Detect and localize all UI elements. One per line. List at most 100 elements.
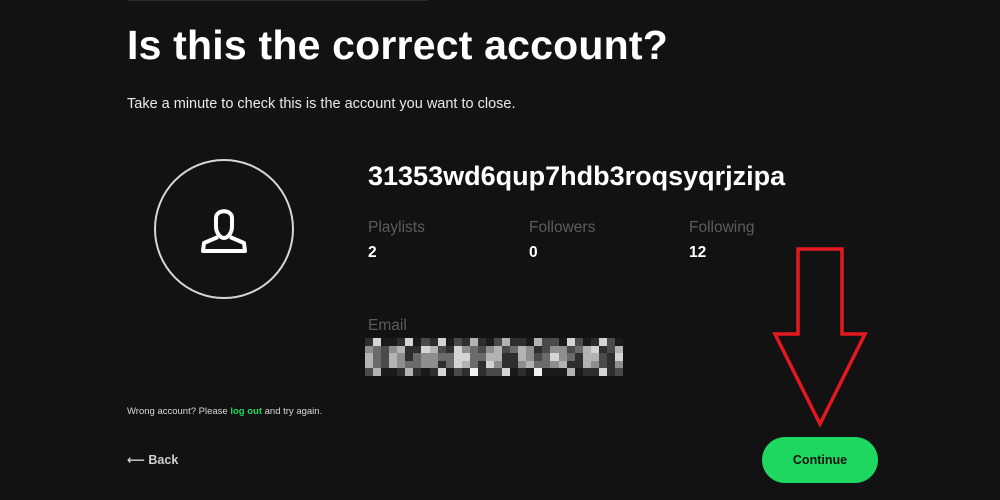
redaction-pixel: [614, 345, 623, 354]
redaction-pixel: [558, 353, 567, 361]
stat-following: Following 12: [689, 218, 754, 263]
redaction-pixel: [574, 345, 583, 354]
redaction-pixel: [429, 353, 438, 361]
redaction-pixel: [494, 338, 503, 346]
redaction-pixel: [582, 368, 591, 376]
redaction-pixel: [485, 338, 494, 346]
redaction-pixel: [526, 360, 535, 369]
redaction-pixel: [526, 338, 535, 346]
redaction-pixel: [453, 338, 462, 346]
redaction-pixel: [477, 345, 486, 354]
redaction-pixel: [566, 338, 575, 346]
redaction-pixel: [453, 368, 462, 376]
stat-label: Followers: [529, 219, 596, 236]
redaction-pixel: [518, 345, 527, 354]
redaction-pixel: [381, 345, 390, 354]
redaction-pixel: [429, 368, 438, 376]
wrong-account-suffix: and try again.: [264, 406, 323, 417]
redaction-pixel: [598, 338, 607, 346]
redaction-pixel: [574, 360, 583, 369]
redaction-pixel: [550, 338, 559, 346]
redaction-pixel: [542, 368, 551, 376]
redaction-pixel: [598, 353, 607, 361]
redaction-pixel: [397, 368, 406, 376]
redaction-pixel: [413, 353, 422, 361]
redaction-pixel: [502, 345, 511, 354]
redaction-pixel: [582, 353, 591, 361]
redaction-pixel: [445, 368, 454, 376]
redaction-pixel: [445, 338, 454, 346]
redaction-pixel: [566, 368, 575, 376]
redaction-pixel: [518, 353, 527, 361]
redaction-pixel: [453, 360, 462, 369]
redaction-pixel: [606, 338, 615, 346]
avatar: [154, 159, 294, 299]
redaction-pixel: [365, 353, 374, 361]
redaction-pixel: [550, 360, 559, 369]
redaction-pixel: [437, 368, 446, 376]
redaction-pixel: [421, 345, 430, 354]
redaction-pixel: [461, 360, 470, 369]
redaction-pixel: [574, 338, 583, 346]
stat-followers: Followers 0: [529, 218, 595, 263]
redaction-pixel: [389, 360, 398, 369]
redaction-pixel: [469, 338, 478, 346]
redaction-pixel: [405, 345, 414, 354]
wrong-account-prefix: Wrong account? Please: [127, 406, 228, 417]
redaction-pixel: [381, 338, 390, 346]
redaction-pixel: [510, 338, 519, 346]
redaction-pixel: [485, 345, 494, 354]
redaction-pixel: [558, 360, 567, 369]
redaction-pixel: [606, 360, 615, 369]
continue-button[interactable]: Continue: [762, 437, 878, 483]
redaction-pixel: [381, 368, 390, 376]
redaction-pixel: [590, 353, 599, 361]
redaction-pixel: [558, 338, 567, 346]
back-button[interactable]: ⟵ Back: [127, 452, 178, 467]
redaction-pixel: [413, 338, 422, 346]
redaction-pixel: [365, 338, 374, 346]
redaction-pixel: [510, 360, 519, 369]
redaction-pixel: [542, 353, 551, 361]
redaction-pixel: [542, 338, 551, 346]
redaction-pixel: [437, 345, 446, 354]
redaction-pixel: [421, 353, 430, 361]
redaction-pixel: [461, 338, 470, 346]
redaction-pixel: [526, 345, 535, 354]
redaction-pixel: [389, 345, 398, 354]
redaction-pixel: [574, 368, 583, 376]
redaction-pixel: [485, 353, 494, 361]
redaction-pixel: [365, 368, 374, 376]
redaction-pixel: [397, 345, 406, 354]
redaction-pixel: [494, 368, 503, 376]
redaction-pixel: [502, 368, 511, 376]
stat-value: 0: [529, 244, 538, 261]
redaction-pixel: [429, 338, 438, 346]
logout-link[interactable]: log out: [230, 406, 262, 417]
redaction-pixel: [381, 353, 390, 361]
redaction-pixel: [413, 360, 422, 369]
redaction-pixel: [590, 345, 599, 354]
redaction-pixel: [389, 338, 398, 346]
redaction-pixel: [598, 345, 607, 354]
redaction-pixel: [534, 360, 543, 369]
redaction-pixel: [413, 368, 422, 376]
redaction-pixel: [437, 353, 446, 361]
stat-label: Playlists: [368, 219, 425, 236]
redaction-pixel: [469, 345, 478, 354]
redaction-pixel: [429, 360, 438, 369]
redaction-pixel: [550, 345, 559, 354]
redaction-pixel: [502, 353, 511, 361]
redaction-pixel: [365, 345, 374, 354]
redaction-pixel: [485, 368, 494, 376]
redaction-pixel: [405, 368, 414, 376]
redaction-pixel: [598, 360, 607, 369]
redaction-pixel: [542, 360, 551, 369]
redaction-pixel: [445, 345, 454, 354]
redaction-pixel: [365, 360, 374, 369]
redaction-pixel: [566, 360, 575, 369]
redaction-pixel: [534, 338, 543, 346]
red-arrow-annotation: [772, 247, 868, 428]
redaction-pixel: [534, 368, 543, 376]
redaction-pixel: [405, 353, 414, 361]
